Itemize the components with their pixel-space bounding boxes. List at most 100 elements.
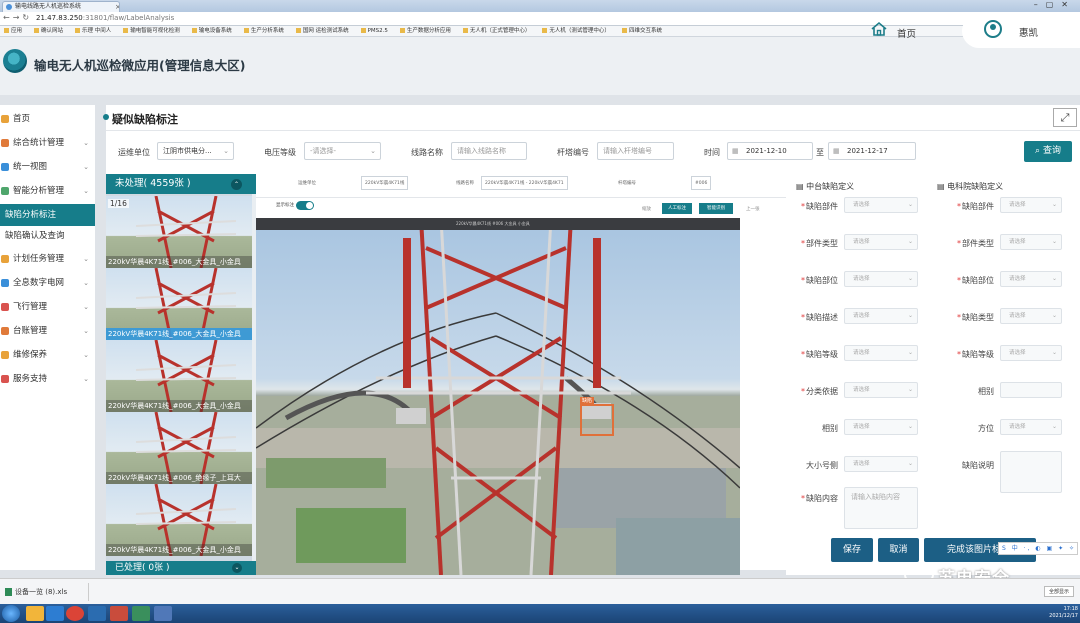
sidebar-item[interactable]: 统一视图 ⌄ (0, 156, 95, 178)
thumbnail-item[interactable]: 1/16 220kV华晨4K71线_#006_大金具_小金具 (106, 196, 252, 268)
window-controls[interactable]: –▢✕ (1034, 0, 1076, 9)
defect-content-textarea[interactable]: 请输入缺陷内容 (844, 487, 918, 529)
unit-select[interactable]: 江阴市供电分... ⌄ (157, 142, 234, 160)
sidebar-item[interactable]: 服务支持 ⌄ (0, 368, 95, 390)
bookmark-item[interactable]: 生产分析系统 (243, 26, 284, 36)
sidebar-item[interactable]: 维修保养 ⌄ (0, 344, 95, 366)
url-text[interactable]: 21.47.83.250:31801/flaw/LabelAnalysis (36, 14, 174, 22)
processed-list-header[interactable]: 已处理( 0张 ) ⌄ (106, 561, 256, 575)
bookmark-item[interactable]: 四维交互系统 (621, 26, 662, 36)
inspection-photo[interactable] (256, 218, 740, 575)
sidebar-item[interactable]: 全息数字电网 ⌄ (0, 272, 95, 294)
bookmark-item[interactable]: 输电设备系统 (191, 26, 232, 36)
form-select[interactable]: 请选择 ⌄ (844, 456, 918, 472)
form-select[interactable]: 请选择 ⌄ (1000, 271, 1062, 287)
home-link[interactable]: 首页 (897, 26, 916, 40)
bookmark-item[interactable]: 生产数据分析应用 (399, 26, 451, 36)
bookmark-item[interactable]: 应用 (4, 26, 22, 36)
form-select[interactable]: 请选择 ⌄ (844, 419, 918, 435)
sidebar-item[interactable]: 飞行管理 ⌄ (0, 296, 95, 318)
zoom-hint[interactable]: 缩放 (642, 206, 651, 212)
sidebar-item[interactable]: 首页 (0, 108, 95, 130)
defect-bounding-box[interactable] (580, 404, 614, 436)
form-select[interactable]: 请选择 ⌄ (1000, 197, 1062, 213)
sidebar-item-label: 计划任务管理 (13, 254, 65, 264)
explorer-icon[interactable] (26, 606, 44, 621)
calendar-icon: ▦ (833, 147, 840, 155)
sidebar-item[interactable]: 综合统计管理 ⌄ (0, 132, 95, 154)
viewer-field-value[interactable]: 220kV华晨4K71线 - 220kV华晨4K71 (481, 176, 568, 190)
user-avatar-icon[interactable] (984, 20, 1002, 38)
download-item[interactable]: 设备一览 (8).xls (3, 583, 89, 601)
chrome-icon[interactable] (66, 606, 84, 621)
bookmark-item[interactable]: 乐理 中间人 (75, 26, 111, 36)
bookmarks-bar: 应用 确认网站 乐理 中间人 输电智能可视化检测 输电设备系统 生产分析系统 国网 运检测试… (0, 26, 1080, 37)
save-button[interactable]: 保存 (831, 538, 873, 562)
fullscreen-icon[interactable]: ⤢ (1053, 108, 1077, 127)
thumbnail-item[interactable]: 220kV华晨4K71线_#006_大金具_小金具 (106, 340, 252, 412)
form-select[interactable] (1000, 382, 1062, 398)
smart-detect-button[interactable]: 智能识别 (699, 203, 733, 214)
query-button[interactable]: ⌕ 查询 (1024, 141, 1072, 162)
ime-toolbar[interactable]: S 中 ·, ◐ ▣ ✦ ✧ (998, 542, 1078, 555)
date-to-input[interactable]: ▦ 2021-12-17 (828, 142, 916, 160)
chevron-down-icon: ⌄ (907, 238, 913, 245)
thumbnail-item[interactable]: 220kV华晨4K71线_#006_大金具_小金具 (106, 268, 252, 340)
bookmark-item[interactable]: PMS2.5 (360, 26, 388, 36)
form-select[interactable]: 请选择 ⌄ (844, 271, 918, 287)
form-label: 相别 (978, 387, 994, 396)
user-name[interactable]: 惠凯 (1019, 25, 1038, 39)
form-select[interactable]: 请选择 ⌄ (844, 234, 918, 250)
required-marker: * (957, 239, 961, 248)
thumbnail-item[interactable]: 220kV华晨4K71线_#006_大金具_小金具 (106, 484, 252, 556)
ie-icon[interactable] (46, 606, 64, 621)
form-select[interactable]: 请选择 ⌄ (844, 197, 918, 213)
system-tray[interactable]: 17:18 2021/12/17 (1049, 606, 1078, 620)
date-from-input[interactable]: ▦ 2021-12-10 (727, 142, 813, 160)
sidebar-item[interactable]: 缺陷确认及查询 (0, 225, 95, 247)
start-button-icon[interactable] (2, 605, 20, 622)
form-select[interactable]: 请选择 ⌄ (1000, 308, 1062, 324)
tower-input[interactable]: 请输入杆塔编号 (597, 142, 674, 160)
bookmark-item[interactable]: 无人机（测试管理中心） (542, 26, 610, 36)
tab-close-icon[interactable]: × (115, 2, 119, 12)
app-icon[interactable] (110, 606, 128, 621)
voltage-select[interactable]: -请选择- ⌄ (304, 142, 381, 160)
address-bar[interactable]: ←→↻ 21.47.83.250:31801/flaw/LabelAnalysi… (0, 12, 1080, 26)
home-icon[interactable] (870, 21, 888, 37)
thumbnail-item[interactable]: 220kV华晨4K71线_#006_绝缘子_上耳大 (106, 412, 252, 484)
form-select[interactable]: 请选择 ⌄ (844, 345, 918, 361)
sidebar-item[interactable]: 缺陷分析标注 (0, 204, 95, 226)
thumbnail-list[interactable]: 1/16 220kV华晨4K71线_#006_大金具_小金具 220kV华晨4K71… (106, 194, 256, 561)
chevron-down-icon: ⌄ (83, 303, 89, 311)
app-icon[interactable] (154, 606, 172, 621)
cancel-button[interactable]: 取消 (878, 538, 919, 562)
annotation-toggle[interactable] (296, 201, 314, 210)
manual-label-button[interactable]: 人工标注 (662, 203, 692, 214)
nav-buttons-icon[interactable]: ←→↻ (3, 13, 32, 22)
form-select[interactable]: 请选择 ⌄ (844, 382, 918, 398)
viewer-field-value[interactable]: #006 (691, 176, 712, 190)
line-input[interactable]: 请输入线路名称 (451, 142, 527, 160)
form-select[interactable]: 请选择 ⌄ (1000, 234, 1062, 250)
sidebar-item[interactable]: 智能分析管理 ⌄ (0, 180, 95, 202)
browser-tab[interactable]: 输电线路无人机巡检系统 × (2, 1, 120, 12)
form-select[interactable]: 请选择 ⌄ (1000, 419, 1062, 435)
defect-note-textarea[interactable] (1000, 451, 1062, 493)
bookmark-item[interactable]: 输电智能可视化检测 (123, 26, 180, 36)
form-select[interactable]: 请选择 ⌄ (1000, 345, 1062, 361)
sidebar-item[interactable]: 计划任务管理 ⌄ (0, 248, 95, 270)
app-icon[interactable] (88, 606, 106, 621)
pending-list-header[interactable]: 未处理( 4559张 ) ⌃ (106, 174, 256, 194)
bookmark-item[interactable]: 确认网站 (34, 26, 63, 36)
expand-icon[interactable]: ⌄ (232, 563, 242, 573)
bookmark-item[interactable]: 无人机（正式管理中心） (462, 26, 530, 36)
show-all-downloads-button[interactable]: 全部显示 (1043, 586, 1074, 597)
prev-image-link[interactable]: 上一张 (746, 206, 760, 212)
viewer-field-value[interactable]: 220kV华晨4K71线 (361, 176, 409, 190)
bookmark-item[interactable]: 国网 运检测试系统 (295, 26, 349, 36)
collapse-icon[interactable]: ⌃ (231, 179, 242, 190)
form-select[interactable]: 请选择 ⌄ (844, 308, 918, 324)
sidebar-item[interactable]: 台账管理 ⌄ (0, 320, 95, 342)
app-icon[interactable] (132, 606, 150, 621)
